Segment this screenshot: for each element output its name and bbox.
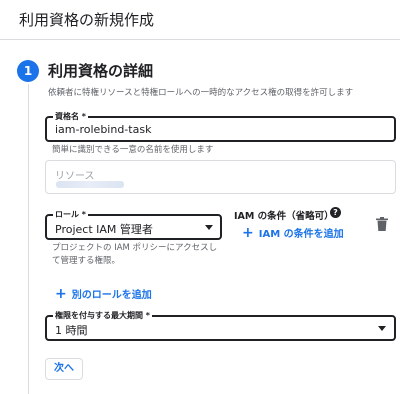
- step-description: 依頼者に特権リソースと特権ロールへの一時的なアクセス権の取得を許可します: [48, 88, 354, 98]
- help-icon[interactable]: ?: [330, 207, 341, 218]
- plus-icon: +: [242, 224, 254, 241]
- chevron-down-icon: [378, 326, 386, 331]
- role-label: ロール *: [53, 210, 88, 220]
- role-hint: プロジェクトの IAM ポリシーにアクセスして管理する権限。: [52, 243, 218, 266]
- max-duration-select[interactable]: 権限を付与する最大期間 * 1 時間: [45, 311, 396, 341]
- entitlement-name-label: 資格名 *: [53, 112, 88, 122]
- resource-value-redacted: [56, 181, 124, 188]
- role-value: Project IAM 管理者: [55, 223, 153, 236]
- resource-field: リソース: [45, 160, 396, 194]
- page-title: 利用資格の新規作成: [19, 11, 155, 29]
- resource-label: リソース: [55, 171, 95, 182]
- step-connector-line: [28, 84, 29, 394]
- step-title: 利用資格の詳細: [48, 62, 154, 80]
- max-duration-value: 1 時間: [55, 324, 88, 337]
- trash-icon[interactable]: [376, 217, 388, 231]
- add-role-button[interactable]: + 別のロールを追加: [55, 285, 152, 302]
- entitlement-name-hint: 簡単に識別できる一意の名前を使用します: [52, 145, 214, 155]
- next-button[interactable]: 次へ: [45, 358, 83, 380]
- chevron-down-icon: [205, 225, 213, 230]
- step-number-badge: 1: [17, 60, 39, 82]
- page-header: 利用資格の新規作成: [0, 0, 400, 40]
- add-iam-condition-label: IAM の条件を追加: [258, 229, 344, 240]
- entitlement-name-field[interactable]: 資格名 * iam-rolebind-task: [45, 112, 396, 142]
- role-select[interactable]: ロール * Project IAM 管理者: [45, 210, 222, 240]
- plus-icon: +: [55, 285, 67, 302]
- iam-condition-label: IAM の条件（省略可）: [234, 211, 334, 222]
- max-duration-label: 権限を付与する最大期間 *: [53, 311, 152, 321]
- add-iam-condition-button[interactable]: + IAM の条件を追加: [242, 224, 344, 241]
- entitlement-name-value: iam-rolebind-task: [55, 123, 152, 136]
- add-role-label: 別のロールを追加: [71, 290, 152, 301]
